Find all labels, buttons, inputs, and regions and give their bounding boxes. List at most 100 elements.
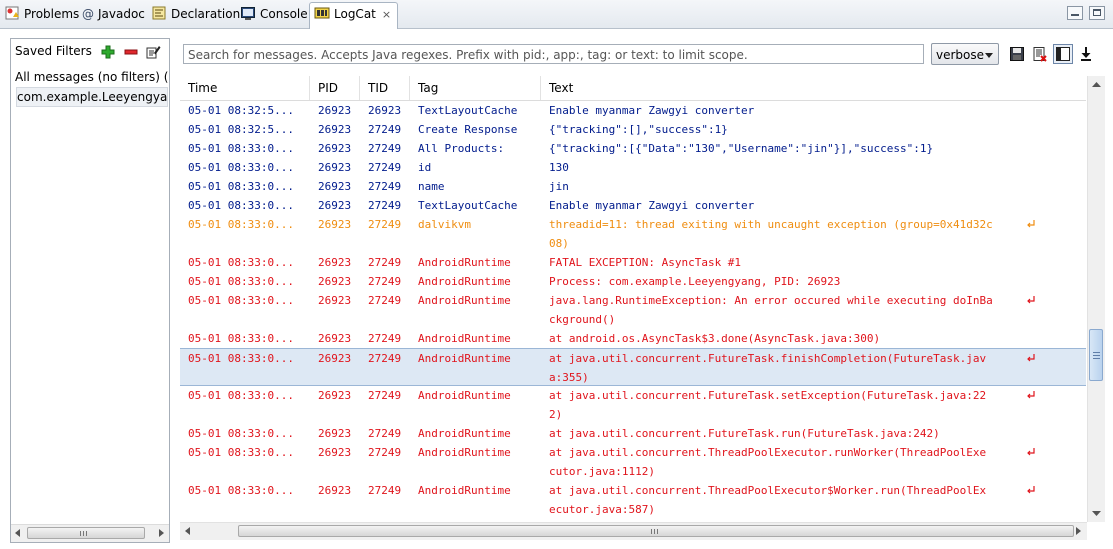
log-pid: 26923 (318, 123, 352, 136)
log-vertical-scrollbar[interactable] (1087, 76, 1105, 522)
line-wrap-icon (1027, 296, 1035, 304)
log-row[interactable]: 05-01 08:33:0... 26923 27249 TextLayoutCach… (180, 196, 1086, 215)
scroll-right-icon[interactable] (157, 529, 165, 537)
remove-filter-icon[interactable] (123, 44, 139, 60)
add-filter-icon[interactable] (100, 44, 116, 60)
log-pid: 26923 (318, 332, 352, 345)
line-wrap-icon (1027, 448, 1035, 456)
log-tid: 27249 (368, 389, 402, 402)
log-row[interactable]: 05-01 08:33:0... 26923 27249 AndroidRuntime… (180, 272, 1086, 291)
edit-filter-icon[interactable] (145, 44, 161, 60)
tab-javadoc[interactable]: @ Javadoc (82, 3, 145, 25)
filters-horizontal-scrollbar[interactable] (11, 524, 169, 542)
log-tid: 27249 (368, 332, 402, 345)
grip (86, 531, 87, 536)
log-row[interactable]: 05-01 08:33:0... 26923 27249 AndroidRuntime… (180, 329, 1086, 348)
line-wrap-icon (1027, 391, 1035, 399)
log-tag: name (418, 180, 445, 193)
tab-logcat[interactable]: LogCat × (309, 2, 399, 29)
log-row[interactable]: 05-01 08:33:0... 26923 27249 dalvikvm thread… (180, 215, 1086, 253)
log-row[interactable]: 05-01 08:33:0... 26923 27249 AndroidRuntime… (180, 348, 1086, 386)
log-row[interactable]: 05-01 08:33:0... 26923 27249 AndroidRuntime… (180, 291, 1086, 329)
log-pid: 26923 (318, 104, 352, 117)
scroll-left-icon[interactable] (184, 527, 192, 535)
grip (1093, 358, 1100, 359)
log-time: 05-01 08:32:5... (188, 123, 294, 136)
log-text: at java.util.concurrent.FutureTask.run(F… (549, 427, 940, 440)
column-header-tid[interactable]: TID (360, 76, 410, 100)
log-tid: 27249 (368, 352, 402, 365)
column-header-text[interactable]: Text (541, 76, 1086, 100)
search-input[interactable]: Search for messages. Accepts Java regexe… (183, 44, 924, 64)
log-tid: 27249 (368, 446, 402, 459)
log-row[interactable]: 05-01 08:33:0... 26923 27249 id 130 (180, 158, 1086, 177)
log-row[interactable]: 05-01 08:32:5... 26923 27249 Create Respons… (180, 120, 1086, 139)
log-pid: 26923 (318, 199, 352, 212)
tab-label: LogCat (334, 7, 376, 21)
line-wrap-icon (1027, 486, 1035, 494)
log-row[interactable]: 05-01 08:33:0... 26923 27249 AndroidRuntime… (180, 386, 1086, 424)
scroll-up-icon[interactable] (1088, 76, 1105, 93)
log-text: {"tracking":[],"success":1} (549, 123, 728, 136)
log-tid: 27249 (368, 256, 402, 269)
log-scroll-thumb[interactable] (1089, 329, 1103, 381)
log-table-header: Time PID TID Tag Text (180, 76, 1086, 101)
log-tid: 27249 (368, 275, 402, 288)
filter-item-all-messages[interactable]: All messages (no filters) (83 (15, 68, 169, 86)
log-tag: AndroidRuntime (418, 332, 511, 345)
log-level-select[interactable]: verbose (931, 43, 999, 65)
log-time: 05-01 08:33:0... (188, 446, 294, 459)
log-pid: 26923 (318, 180, 352, 193)
log-time: 05-01 08:33:0... (188, 484, 294, 497)
column-header-pid[interactable]: PID (310, 76, 360, 100)
toggle-filters-panel-icon[interactable] (1053, 44, 1073, 64)
tab-declaration[interactable]: Declaration (151, 3, 240, 25)
log-pid: 26923 (318, 256, 352, 269)
column-header-tag[interactable]: Tag (410, 76, 541, 100)
log-row[interactable]: 05-01 08:33:0... 26923 27249 name jin (180, 177, 1086, 196)
log-tid: 27249 (368, 142, 402, 155)
log-row[interactable]: 05-01 08:33:0... 26923 27249 All Products: {… (180, 139, 1086, 158)
view-window-controls (1061, 6, 1105, 23)
log-tag: AndroidRuntime (418, 352, 511, 365)
filters-scroll-thumb[interactable] (27, 527, 145, 539)
log-text: FATAL EXCEPTION: AsyncTask #1 (549, 256, 742, 269)
close-icon[interactable]: × (382, 8, 391, 21)
scroll-lock-icon[interactable] (1078, 46, 1094, 62)
log-text: at android.os.AsyncTask$3.done(AsyncTask… (549, 332, 881, 345)
log-row[interactable]: 05-01 08:33:0... 26923 27249 AndroidRuntime… (180, 424, 1086, 443)
scroll-right-icon[interactable] (1074, 527, 1082, 535)
log-pid: 26923 (318, 484, 352, 497)
log-text: at java.util.concurrent.FutureTask.setEx… (549, 389, 987, 421)
column-header-time[interactable]: Time (180, 76, 310, 100)
log-row[interactable]: 05-01 08:33:0... 26923 27249 AndroidRuntime… (180, 443, 1086, 481)
log-horizontal-scrollbar[interactable] (180, 522, 1087, 540)
log-tid: 27249 (368, 161, 402, 174)
log-tid: 27249 (368, 199, 402, 212)
log-pid: 26923 (318, 275, 352, 288)
save-icon[interactable] (1009, 46, 1025, 62)
maximize-button[interactable] (1089, 6, 1105, 20)
log-text: java.lang.RuntimeException: An error occ… (549, 294, 993, 326)
log-row[interactable]: 05-01 08:33:0... 26923 27249 AndroidRuntime… (180, 253, 1086, 272)
log-pid: 26923 (318, 142, 352, 155)
log-level-value: verbose (936, 48, 985, 62)
log-tid: 27249 (368, 123, 402, 136)
log-horizontal-scroll-thumb[interactable] (238, 525, 1074, 537)
log-row[interactable]: 05-01 08:33:0... 26923 27249 AndroidRuntime… (180, 481, 1086, 519)
tab-problems[interactable]: Problems (4, 3, 79, 25)
tab-console[interactable]: Console (240, 3, 308, 25)
log-pid: 26923 (318, 446, 352, 459)
log-time: 05-01 08:33:0... (188, 332, 294, 345)
log-time: 05-01 08:33:0... (188, 275, 294, 288)
line-wrap-icon (1027, 354, 1035, 362)
log-tag: id (418, 161, 432, 174)
minimize-button[interactable] (1067, 6, 1083, 20)
filter-item-app[interactable]: com.example.Leeyengyang (16, 87, 168, 107)
log-tag: AndroidRuntime (418, 256, 511, 269)
scroll-down-icon[interactable] (1088, 505, 1105, 522)
log-text: threadid=11: thread exiting with uncaugh… (549, 218, 993, 250)
log-row[interactable]: 05-01 08:32:5... 26923 26923 TextLayoutCach… (180, 101, 1086, 120)
scroll-left-icon[interactable] (14, 529, 22, 537)
clear-log-icon[interactable] (1032, 46, 1048, 62)
